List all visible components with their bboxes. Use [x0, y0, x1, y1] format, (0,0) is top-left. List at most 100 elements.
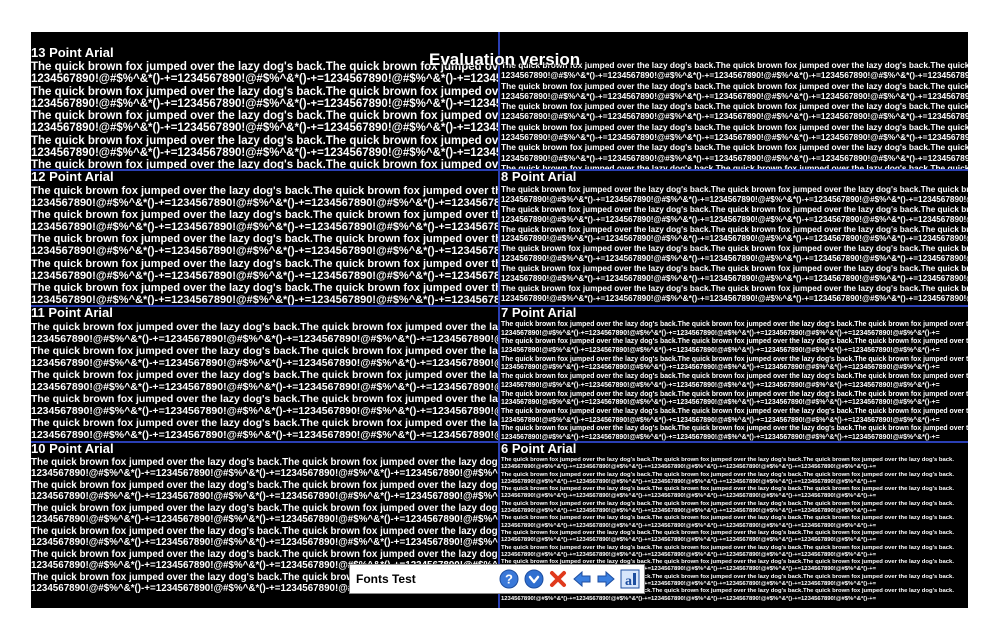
sample-text-block: The quick brown fox jumped over the lazy…	[501, 321, 968, 442]
sample-text-line: The quick brown fox jumped over the lazy…	[501, 142, 968, 153]
sample-text-line: The quick brown fox jumped over the lazy…	[31, 368, 499, 381]
sample-text-line: The quick brown fox jumped over the lazy…	[31, 257, 499, 270]
sample-text-line: The quick brown fox jumped over the lazy…	[501, 500, 954, 507]
panel-title: 12 Point Arial	[31, 170, 114, 184]
panel-8pt: 8 Point Arial The quick brown fox jumped…	[501, 170, 968, 306]
sample-digits-line: 1234567890!@#$%^&*()-+=1234567890!@#$%^&…	[501, 70, 968, 81]
sample-digits-line: 1234567890!@#$%^&*()-+=1234567890!@#$%^&…	[501, 293, 968, 303]
sample-text-line: The quick brown fox jumped over the lazy…	[31, 233, 499, 246]
sample-digits-line: 1234567890!@#$%^&*()-+=1234567890!@#$%^&…	[501, 522, 877, 529]
panel-title: 8 Point Arial	[501, 170, 577, 184]
sample-digits-line: 1234567890!@#$%^&*()-+=1234567890!@#$%^&…	[31, 147, 499, 160]
sample-text-line: The quick brown fox jumped over the lazy…	[31, 344, 499, 357]
panel-7pt: 7 Point Arial The quick brown fox jumped…	[501, 306, 968, 442]
arrow-right-icon	[597, 570, 615, 588]
sample-text-line: The quick brown fox jumped over the lazy…	[31, 502, 499, 514]
sample-digits-line: 1234567890!@#$%^&*()-+=1234567890!@#$%^&…	[501, 416, 940, 424]
font-button[interactable]: a	[620, 568, 641, 590]
sample-digits-line: 1234567890!@#$%^&*()-+=1234567890!@#$%^&…	[501, 478, 877, 485]
sample-text-line: The quick brown fox jumped over the lazy…	[501, 471, 954, 478]
close-icon	[549, 571, 566, 587]
sample-digits-line: 1234567890!@#$%^&*()-+=1234567890!@#$%^&…	[501, 347, 940, 355]
sample-digits-line: 1234567890!@#$%^&*()-+=1234567890!@#$%^&…	[501, 329, 940, 337]
sample-digits-line: 1234567890!@#$%^&*()-+=1234567890!@#$%^&…	[31, 245, 499, 258]
sample-digits-line: 1234567890!@#$%^&*()-+=1234567890!@#$%^&…	[31, 269, 499, 282]
row-divider	[31, 169, 968, 171]
sample-digits-line: 1234567890!@#$%^&*()-+=1234567890!@#$%^&…	[31, 404, 499, 417]
sample-text-line: The quick brown fox jumped over the lazy…	[501, 101, 968, 112]
arrow-down-icon	[524, 569, 544, 589]
sample-digits-line: 1234567890!@#$%^&*()-+=1234567890!@#$%^&…	[501, 274, 968, 284]
sample-digits-line: 1234567890!@#$%^&*()-+=1234567890!@#$%^&…	[501, 399, 940, 407]
sample-digits-line: 1234567890!@#$%^&*()-+=1234567890!@#$%^&…	[501, 90, 968, 101]
sample-digits-line: 1234567890!@#$%^&*()-+=1234567890!@#$%^&…	[31, 356, 499, 369]
down-button[interactable]	[523, 568, 544, 590]
sample-text-line: The quick brown fox jumped over the lazy…	[501, 184, 968, 194]
sample-digits-line: 1234567890!@#$%^&*()-+=1234567890!@#$%^&…	[31, 428, 499, 441]
sample-digits-line: 1234567890!@#$%^&*()-+=1234567890!@#$%^&…	[31, 197, 499, 210]
panel-12pt: 12 Point Arial The quick brown fox jumpe…	[31, 170, 499, 306]
help-icon: ?	[499, 569, 519, 589]
panel-title: 11 Point Arial	[31, 306, 113, 320]
next-button[interactable]	[596, 568, 617, 590]
fonts-test-screen: 13 Point Arial The quick brown fox jumpe…	[31, 32, 968, 608]
sample-text-line: The quick brown fox jumped over the lazy…	[501, 244, 968, 254]
sample-digits-line: 1234567890!@#$%^&*()-+=1234567890!@#$%^&…	[501, 194, 968, 204]
sample-text-line: The quick brown fox jumped over the lazy…	[31, 85, 499, 98]
sample-text-line: The quick brown fox jumped over the lazy…	[501, 425, 968, 433]
sample-digits-line: 1234567890!@#$%^&*()-+=1234567890!@#$%^&…	[31, 332, 499, 345]
sample-digits-line: 1234567890!@#$%^&*()-+=1234567890!@#$%^&…	[501, 595, 877, 602]
sample-text-line: The quick brown fox jumped over the lazy…	[501, 320, 968, 328]
sample-text-line: The quick brown fox jumped over the lazy…	[31, 416, 499, 429]
sample-text-block: The quick brown fox jumped over the lazy…	[501, 185, 968, 304]
sample-text-line: The quick brown fox jumped over the lazy…	[31, 392, 499, 405]
fonts-test-toolbar: Fonts Test ? a	[349, 564, 645, 594]
sample-digits-line: 1234567890!@#$%^&*()-+=1234567890!@#$%^&…	[501, 464, 877, 471]
sample-text-line: The quick brown fox jumped over the lazy…	[501, 204, 968, 214]
sample-digits-line: 1234567890!@#$%^&*()-+=1234567890!@#$%^&…	[501, 214, 968, 224]
sample-digits-line: 1234567890!@#$%^&*()-+=1234567890!@#$%^&…	[31, 221, 499, 234]
sample-digits-line: 1234567890!@#$%^&*()-+=1234567890!@#$%^&…	[31, 491, 499, 503]
sample-text-line: The quick brown fox jumped over the lazy…	[501, 264, 968, 274]
sample-text-line: The quick brown fox jumped over the lazy…	[501, 515, 954, 522]
sample-text-line: The quick brown fox jumped over the lazy…	[501, 486, 954, 493]
svg-text:?: ?	[505, 572, 513, 587]
sample-digits-line: 1234567890!@#$%^&*()-+=1234567890!@#$%^&…	[31, 514, 499, 526]
sample-text-line: The quick brown fox jumped over the lazy…	[501, 338, 968, 346]
font-icon: a	[620, 569, 640, 589]
svg-text:a: a	[625, 574, 632, 589]
toolbar-label: Fonts Test	[356, 572, 416, 586]
help-button[interactable]: ?	[499, 568, 520, 590]
sample-text-line: The quick brown fox jumped over the lazy…	[31, 548, 499, 560]
sample-text-line: The quick brown fox jumped over the lazy…	[31, 184, 499, 197]
sample-text-line: The quick brown fox jumped over the lazy…	[31, 110, 499, 123]
sample-digits-line: 1234567890!@#$%^&*()-+=1234567890!@#$%^&…	[501, 132, 968, 143]
sample-digits-line: 1234567890!@#$%^&*()-+=1234567890!@#$%^&…	[501, 537, 877, 544]
sample-text-line: The quick brown fox jumped over the lazy…	[31, 134, 499, 147]
panel-title: 6 Point Arial	[501, 442, 577, 456]
sample-digits-line: 1234567890!@#$%^&*()-+=1234567890!@#$%^&…	[31, 380, 499, 393]
sample-digits-line: 1234567890!@#$%^&*()-+=1234567890!@#$%^&…	[501, 381, 940, 389]
sample-digits-line: 1234567890!@#$%^&*()-+=1234567890!@#$%^&…	[31, 537, 499, 549]
previous-button[interactable]	[571, 568, 592, 590]
sample-text-block: The quick brown fox jumped over the lazy…	[31, 185, 499, 306]
panel-title: 7 Point Arial	[501, 306, 577, 320]
sample-digits-line: 1234567890!@#$%^&*()-+=1234567890!@#$%^&…	[501, 234, 968, 244]
sample-digits-line: 1234567890!@#$%^&*()-+=1234567890!@#$%^&…	[501, 254, 968, 264]
sample-text-block: The quick brown fox jumped over the lazy…	[31, 321, 499, 441]
panel-title: 10 Point Arial	[31, 442, 114, 456]
column-divider	[498, 32, 500, 608]
sample-digits-line: 1234567890!@#$%^&*()-+=1234567890!@#$%^&…	[501, 111, 968, 122]
sample-text-line: The quick brown fox jumped over the lazy…	[501, 544, 954, 551]
sample-digits-line: 1234567890!@#$%^&*()-+=1234567890!@#$%^&…	[31, 122, 499, 135]
sample-text-line: The quick brown fox jumped over the lazy…	[31, 525, 499, 537]
row-divider	[31, 441, 968, 443]
sample-text-line: The quick brown fox jumped over the lazy…	[501, 456, 954, 463]
sample-text-line: The quick brown fox jumped over the lazy…	[31, 456, 499, 468]
sample-text-line: The quick brown fox jumped over the lazy…	[501, 373, 968, 381]
arrow-left-icon	[573, 570, 591, 588]
sample-text-line: The quick brown fox jumped over the lazy…	[501, 80, 968, 91]
sample-digits-line: 1234567890!@#$%^&*()-+=1234567890!@#$%^&…	[501, 364, 940, 372]
close-button[interactable]	[547, 568, 568, 590]
sample-text-block: The quick brown fox jumped over the lazy…	[31, 61, 499, 170]
